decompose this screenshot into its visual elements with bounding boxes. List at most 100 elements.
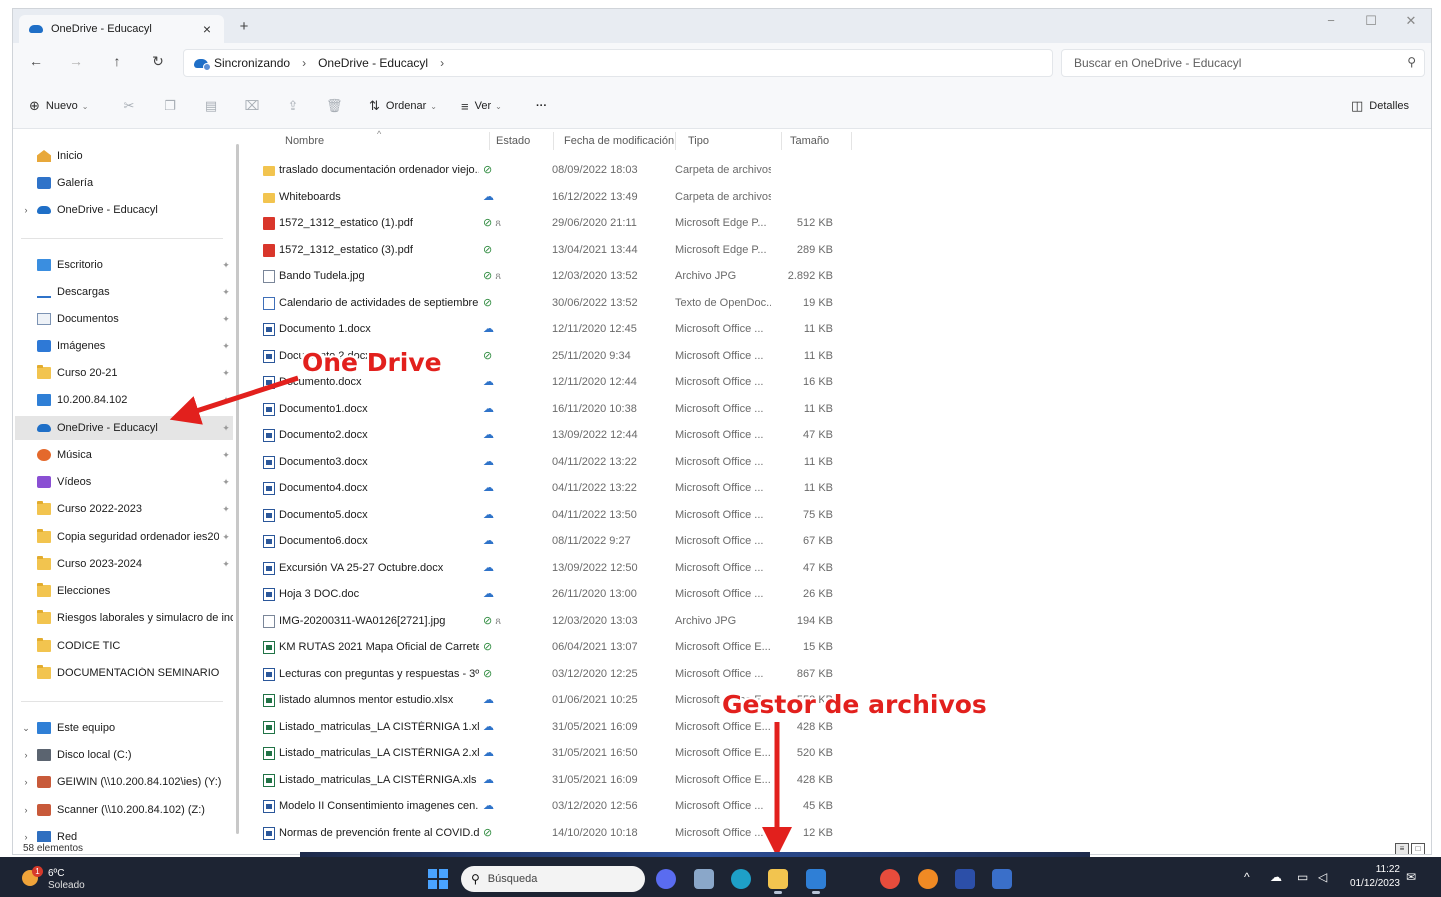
column-type[interactable]: Tipo (688, 135, 709, 147)
file-row[interactable]: KM RUTAS 2021 Mapa Oficial de Carreter..… (245, 635, 845, 661)
sidebar-item[interactable]: Descargas ✦ (15, 280, 233, 304)
file-row[interactable]: Lecturas con preguntas y respuestas - 3º… (245, 662, 845, 688)
column-divider[interactable] (851, 132, 852, 150)
minimize-button[interactable]: − (1317, 13, 1345, 33)
onedrive-tray-icon[interactable]: ☁ (1270, 870, 1282, 884)
file-row[interactable]: traslado documentación ordenador viejo..… (245, 158, 845, 184)
details-view-button[interactable]: ≡ (1395, 843, 1409, 854)
new-button[interactable]: ⊕ Nuevo ⌄ (29, 97, 88, 115)
expand-chevron-icon[interactable]: › (15, 832, 37, 842)
sidebar-item[interactable]: › GEIWIN (\\10.200.84.102\ies) (Y:) (15, 770, 233, 794)
file-explorer-icon[interactable] (768, 869, 788, 889)
column-divider[interactable] (675, 132, 676, 150)
settings-app-icon[interactable] (694, 869, 714, 889)
edge-icon[interactable] (731, 869, 751, 889)
refresh-button[interactable]: ↻ (147, 53, 169, 73)
close-window-button[interactable]: ✕ (1397, 13, 1425, 33)
more-options-button[interactable]: ··· (536, 97, 547, 115)
maximize-button[interactable]: ☐ (1357, 13, 1385, 33)
clock[interactable]: 11:22 01/12/2023 (1346, 863, 1400, 891)
column-name[interactable]: Nombre (285, 135, 324, 147)
file-row[interactable]: Documento4.docx 04/11/2022 13:22 Microsoft… (245, 476, 845, 502)
sidebar-scrollbar[interactable] (236, 144, 239, 834)
expand-chevron-icon[interactable]: › (15, 805, 37, 815)
pin-icon[interactable]: ✦ (219, 341, 233, 352)
column-divider[interactable] (489, 132, 490, 150)
file-row[interactable]: Documento3.docx 04/11/2022 13:22 Microsoft… (245, 450, 845, 476)
copy-icon[interactable]: ❐ (162, 98, 178, 114)
sidebar-item[interactable]: Galería (15, 171, 233, 195)
view-button[interactable]: ≡ Ver ⌄ (461, 97, 502, 115)
file-row[interactable]: Documento2.docx 13/09/2022 12:44 Microsoft… (245, 423, 845, 449)
sidebar-item[interactable]: 10.200.84.102 ✦ (15, 388, 233, 412)
chevron-right-icon[interactable]: › (440, 56, 444, 70)
column-date[interactable]: Fecha de modificación (564, 135, 674, 147)
file-row[interactable]: Listado_matriculas_LA CISTÉRNIGA 2.xls 31… (245, 741, 845, 767)
new-tab-button[interactable]: + (235, 18, 253, 35)
pin-icon[interactable]: ✦ (219, 477, 233, 488)
sidebar-item[interactable]: DOCUMENTACIÓN SEMINARIO (15, 661, 233, 685)
volume-icon[interactable]: ◁ (1318, 870, 1327, 884)
navigation-pane[interactable]: Inicio Galería › OneDrive - Educacyl Escrito… (13, 130, 238, 843)
mail-icon[interactable] (806, 869, 826, 889)
share-icon[interactable]: ⇪ (285, 98, 301, 114)
sidebar-item[interactable]: Música ✦ (15, 443, 233, 467)
delete-icon[interactable]: 🗑 (326, 98, 343, 114)
file-row[interactable]: Documento5.docx 04/11/2022 13:50 Microsoft… (245, 503, 845, 529)
powershell-icon[interactable] (955, 869, 975, 889)
sidebar-item[interactable]: Riesgos laborales y simulacro de incer (15, 606, 233, 630)
file-row[interactable]: Excursión VA 25-27 Octubre.docx 13/09/202… (245, 556, 845, 582)
sidebar-item[interactable]: OneDrive - Educacyl ✦ (15, 416, 233, 440)
pin-icon[interactable]: ✦ (219, 532, 233, 543)
expand-chevron-icon[interactable]: › (15, 205, 37, 215)
chrome-icon[interactable] (880, 869, 900, 889)
sidebar-item[interactable]: › Scanner (\\10.200.84.102) (Z:) (15, 798, 233, 822)
sidebar-item[interactable]: Curso 2023-2024 ✦ (15, 552, 233, 576)
file-row[interactable]: Whiteboards 16/12/2022 13:49 Carpeta de ar… (245, 185, 845, 211)
file-row[interactable]: Listado_matriculas_LA CISTÉRNIGA.xls 31/0… (245, 768, 845, 794)
file-row[interactable]: Documento6.docx 08/11/2022 9:27 Microsoft … (245, 529, 845, 555)
sidebar-item[interactable]: ⌄ Este equipo (15, 716, 233, 740)
expand-chevron-icon[interactable]: ⌄ (15, 723, 37, 734)
sidebar-item[interactable]: › OneDrive - Educacyl (15, 198, 233, 222)
file-row[interactable]: Calendario de actividades de septiembre … (245, 291, 845, 317)
start-button[interactable] (428, 869, 448, 889)
taskbar-search[interactable]: ⚲ Búsqueda (461, 866, 645, 892)
pin-icon[interactable]: ✦ (219, 314, 233, 325)
file-list[interactable]: ^ Nombre Estado Fecha de modificación Ti… (245, 129, 1420, 842)
sidebar-item[interactable]: Elecciones (15, 579, 233, 603)
details-button[interactable]: ◫ Detalles (1351, 97, 1409, 115)
forward-button[interactable]: → (65, 53, 87, 73)
sort-button[interactable]: ⇅ Ordenar ⌄ (369, 97, 437, 115)
paste-icon[interactable]: ▤ (203, 98, 219, 114)
sidebar-item[interactable]: › Disco local (C:) (15, 743, 233, 767)
expand-chevron-icon[interactable]: › (15, 750, 37, 760)
sidebar-item[interactable]: Documentos ✦ (15, 307, 233, 331)
up-button[interactable]: ↑ (106, 53, 128, 73)
pin-icon[interactable]: ✦ (219, 287, 233, 298)
tray-chevron-icon[interactable]: ^ (1244, 870, 1250, 884)
pin-icon[interactable]: ✦ (219, 260, 233, 271)
search-icon[interactable]: ⚲ (1407, 55, 1416, 69)
pin-icon[interactable]: ✦ (219, 450, 233, 461)
sidebar-item[interactable]: Curso 2022-2023 ✦ (15, 497, 233, 521)
rename-icon[interactable]: ⌧ (244, 98, 260, 114)
notification-icon[interactable]: ✉ (1406, 870, 1416, 884)
pin-icon[interactable]: ✦ (219, 368, 233, 379)
expand-chevron-icon[interactable]: › (15, 777, 37, 787)
weather-widget[interactable]: 1 6ºC Soleado (22, 866, 85, 891)
tiles-view-button[interactable]: □ (1411, 843, 1425, 854)
file-row[interactable]: 1572_1312_estatico (1).pdf 29/06/2020 21:… (245, 211, 845, 237)
cut-icon[interactable]: ✂ (121, 98, 137, 114)
pin-icon[interactable]: ✦ (219, 423, 233, 434)
sidebar-item[interactable]: Copia seguridad ordenador ies2000 ✦ (15, 525, 233, 549)
column-divider[interactable] (553, 132, 554, 150)
notepad-icon[interactable] (992, 869, 1012, 889)
sidebar-item[interactable]: Curso 20-21 ✦ (15, 361, 233, 385)
network-tray-icon[interactable]: ▭ (1297, 870, 1308, 884)
pin-icon[interactable]: ✦ (219, 504, 233, 515)
file-row[interactable]: Documento1.docx 16/11/2020 10:38 Microsoft… (245, 397, 845, 423)
sidebar-item[interactable]: Escritorio ✦ (15, 253, 233, 277)
column-size[interactable]: Tamaño (790, 135, 829, 147)
breadcrumb-item-onedrive[interactable]: OneDrive - Educacyl (318, 56, 428, 70)
